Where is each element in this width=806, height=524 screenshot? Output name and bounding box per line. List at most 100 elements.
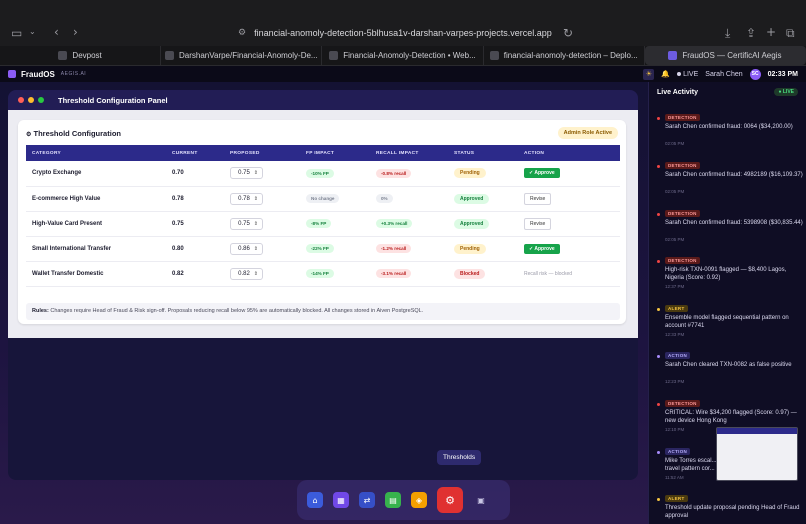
sun-icon[interactable]: ☀ [643, 68, 655, 80]
address-bar[interactable]: ⚙ financial-anomoly-detection-5blhusa1v-… [238, 25, 573, 41]
activity-item[interactable]: DETECTION Sarah Chen confirmed fraud: 00… [657, 114, 803, 160]
tab-vercel[interactable]: financial-anomoly-detection – Deplo... [484, 46, 645, 65]
proposed-value: 0.82 [238, 270, 250, 277]
page-settings-icon[interactable]: ⚙ [238, 28, 246, 38]
sidebar-toggle-icon[interactable]: ▭ [11, 26, 22, 40]
tab-label: FraudOS — CertificAI Aegis [682, 51, 782, 60]
tab-github[interactable]: DarshanVarpe/Financial-Anomoly-De... [161, 46, 323, 65]
event-dot-icon [657, 403, 660, 406]
document-icon[interactable]: ▤ [385, 492, 401, 508]
stepper-icon[interactable]: ⇕ [254, 196, 258, 202]
brand-subtitle: AEGIS.AI [60, 71, 87, 77]
sidebar-header: Live Activity ● LIVE [649, 82, 806, 102]
proposed-input[interactable]: 0.75 ⇕ [230, 167, 263, 180]
event-text: Mike Torres escal... travel pattern cor.… [665, 458, 717, 472]
app-dock: ⌂ ▦ ⇄ ▤ ◈ ⚙ ▣ [297, 480, 510, 520]
stepper-icon[interactable]: ⇕ [254, 271, 258, 277]
stepper-icon[interactable]: ⇕ [254, 246, 258, 252]
panel-title: Threshold Configuration Panel [58, 95, 168, 105]
category-cell: Wallet Transfer Domestic [26, 261, 166, 287]
status-badge: Pending [454, 243, 486, 254]
event-dot-icon [657, 498, 660, 501]
tab-notion[interactable]: Financial-Anomoly-Detection • Web... [322, 46, 484, 65]
transfer-icon[interactable]: ⇄ [359, 492, 375, 508]
user-name: Sarah Chen [705, 70, 743, 78]
github-icon [165, 51, 175, 60]
event-text: High-risk TXN-0091 flagged — $8,400 Lago… [665, 267, 787, 281]
category-cell: Crypto Exchange [26, 161, 166, 187]
recall-impact-pill: -3.1% recall [376, 269, 412, 278]
event-time: 02:05 PM [665, 141, 685, 146]
event-time: 02:05 PM [665, 237, 685, 242]
event-text: Ensemble model flagged sequential patter… [665, 315, 789, 329]
event-time: 11:52 AM [665, 475, 684, 480]
minimize-window-icon[interactable] [28, 97, 34, 103]
event-dot-icon [657, 260, 660, 263]
tab-label: Financial-Anomoly-Detection • Web... [343, 51, 476, 60]
grid-icon[interactable]: ▦ [333, 492, 349, 508]
live-label: LIVE [683, 70, 699, 78]
sidebar-title: Live Activity [657, 88, 698, 96]
card-title: ⚙ Threshold Configuration [26, 129, 121, 138]
fp-cell: -10% FP [300, 161, 370, 187]
close-window-icon[interactable] [18, 97, 24, 103]
activity-item[interactable]: ACTION Sarah Chen cleared TXN-0082 as fa… [657, 352, 803, 398]
maximize-window-icon[interactable] [38, 97, 44, 103]
fp-impact-pill: -8% FP [306, 219, 332, 228]
revise-button[interactable]: Revise [524, 192, 552, 205]
event-text: Sarah Chen confirmed fraud: 5398908 ($30… [665, 220, 803, 226]
download-icon[interactable]: ⤓ [725, 26, 730, 41]
url-text: financial-anomoly-detection-5blhusa1v-da… [254, 28, 552, 38]
proposed-input[interactable]: 0.82 ⇕ [230, 267, 263, 280]
fraudos-icon [668, 51, 678, 60]
table-row: E-commerce High Value 0.78 0.78 ⇕ No chan… [26, 186, 620, 212]
share-icon[interactable]: ⇪ [746, 26, 756, 40]
gear-small-icon: ⚙ [26, 132, 32, 138]
recall-cell: -0.8% recall [370, 161, 448, 187]
event-tag: DETECTION [665, 257, 700, 264]
tab-overview-icon[interactable]: ⧉ [786, 26, 795, 41]
forward-icon[interactable]: › [73, 25, 78, 39]
activity-item[interactable]: ALERT Threshold update proposal pending … [657, 495, 803, 524]
clipboard-icon[interactable]: ▣ [473, 492, 489, 508]
activity-item[interactable]: DETECTION Sarah Chen confirmed fraud: 49… [657, 162, 803, 208]
thresholds-gear-icon[interactable]: ⚙ [437, 487, 463, 513]
diamond-icon[interactable]: ◈ [411, 492, 427, 508]
tab-devpost[interactable]: Devpost [0, 46, 162, 65]
recall-impact-pill: 0% [376, 194, 393, 203]
avatar[interactable]: SC [749, 68, 761, 80]
recall-impact-pill: -0.8% recall [376, 168, 412, 178]
devpost-icon [58, 51, 68, 60]
recall-cell: 0% [370, 186, 448, 212]
stepper-icon[interactable]: ⇕ [254, 170, 258, 176]
bell-icon[interactable]: 🔔 [661, 70, 670, 78]
approve-button[interactable]: ✓ Approve [524, 243, 560, 254]
panel-titlebar: Threshold Configuration Panel [8, 90, 638, 110]
new-tab-icon[interactable]: + [766, 25, 776, 39]
proposed-input[interactable]: 0.78 ⇕ [230, 192, 263, 205]
approve-button[interactable]: ✓ Approve [524, 168, 560, 179]
screenshot-thumbnail[interactable] [716, 427, 798, 481]
event-dot-icon [657, 451, 660, 454]
event-dot-icon [657, 165, 660, 168]
reload-icon[interactable]: ↻ [563, 26, 573, 40]
proposed-input[interactable]: 0.75 ⇕ [230, 217, 263, 230]
activity-item[interactable]: ALERT Ensemble model flagged sequential … [657, 305, 803, 351]
activity-item[interactable]: DETECTION High-risk TXN-0091 flagged — $… [657, 257, 803, 303]
back-icon[interactable]: ‹ [54, 25, 59, 39]
chevron-down-icon[interactable]: ⌄ [29, 27, 36, 36]
event-time: 12:37 PM [665, 284, 685, 289]
fp-cell: No change [300, 186, 370, 212]
revise-button[interactable]: Revise [524, 217, 552, 230]
proposed-input[interactable]: 0.86 ⇕ [230, 242, 263, 255]
fp-impact-pill: No change [306, 194, 340, 203]
tab-fraudos[interactable]: FraudOS — CertificAI Aegis [644, 46, 806, 65]
proposed-cell: 0.82 ⇕ [224, 261, 300, 287]
col-action: ACTION [518, 145, 620, 161]
home-icon[interactable]: ⌂ [307, 492, 323, 508]
activity-item[interactable]: DETECTION Sarah Chen confirmed fraud: 53… [657, 210, 803, 256]
event-time: 12:10 PM [665, 427, 685, 432]
event-time: 12:23 PM [665, 379, 685, 384]
table-header-row: CATEGORY CURRENT PROPOSED FP IMPACT RECA… [26, 145, 620, 161]
stepper-icon[interactable]: ⇕ [254, 221, 258, 227]
